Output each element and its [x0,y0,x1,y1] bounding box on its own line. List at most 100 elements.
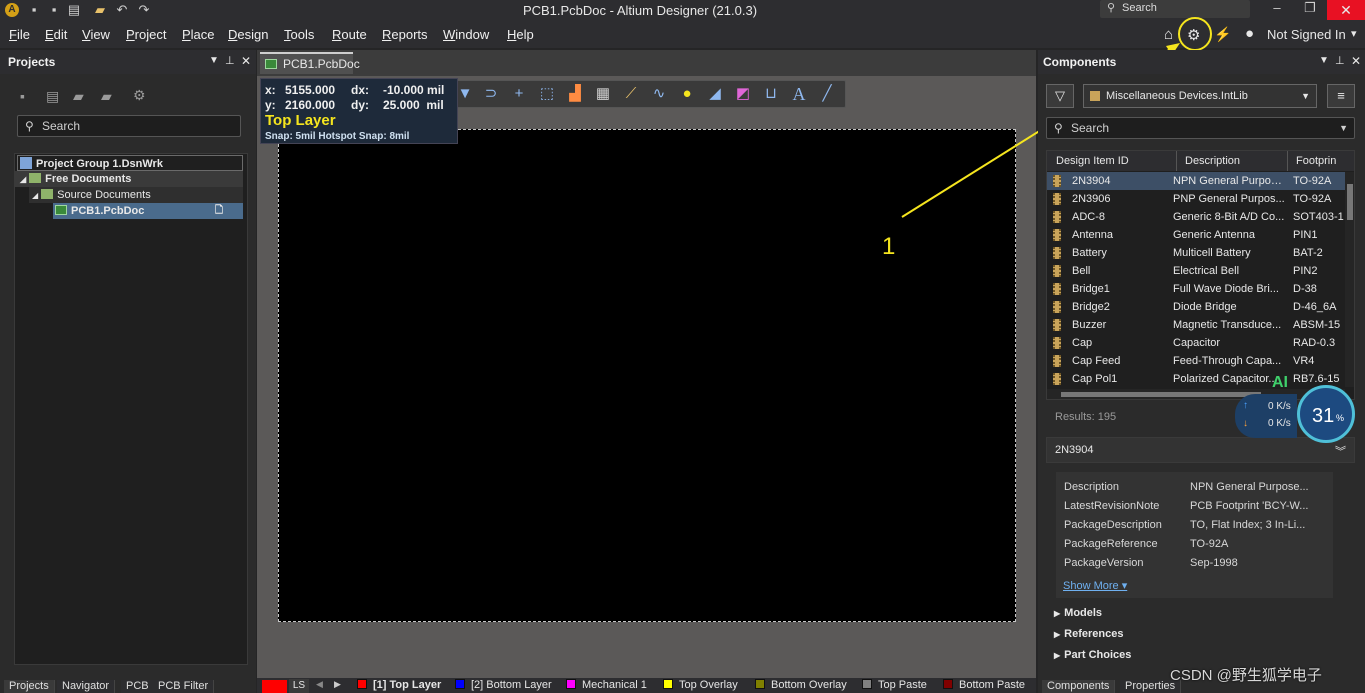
layer-tab-label: [2] Bottom Layer [471,679,552,691]
collapse-icon[interactable]: ︾ [1335,443,1346,459]
section-references[interactable]: ▶ References [1054,628,1123,640]
cell-description: PNP General Purpos... [1173,193,1285,205]
horizontal-scrollbar[interactable] [1047,389,1345,399]
expand-icon: ▶ [1054,630,1061,639]
layer-tab[interactable]: [1] Top Layer [357,677,441,693]
section-part-choices[interactable]: ▶ Part Choices [1054,649,1131,661]
section-part-choices-label: Part Choices [1064,649,1132,661]
layer-tab[interactable]: Top Paste [862,677,927,693]
layer-tab[interactable]: Mechanical 1 [566,677,647,693]
library-select[interactable]: Miscellaneous Devices.IntLib ▼ [1083,84,1317,108]
table-row[interactable]: Cap Feed Feed-Through Capa... VR4 [1047,352,1345,370]
table-row[interactable]: Cap Pol1 Polarized Capacitor... RB7.6-15 [1047,370,1345,388]
cell-footprint: RAD-0.3 [1293,337,1336,349]
property-row: PackageReference TO-92A [1064,535,1334,554]
cell-footprint: ABSM-15 [1293,319,1341,331]
cell-id: ADC-8 [1072,211,1106,223]
cell-footprint: PIN1 [1293,229,1318,241]
table-row[interactable]: Bell Electrical Bell PIN2 [1047,262,1345,280]
usage-circle[interactable]: 31 % [1297,385,1355,443]
table-row[interactable]: Cap Capacitor RAD-0.3 [1047,334,1345,352]
cell-footprint: D-38 [1293,283,1317,295]
layer-color-swatch [566,679,576,689]
show-more-link[interactable]: Show More ▾ [1063,579,1127,592]
component-chip-icon [1053,283,1061,295]
cell-footprint: VR4 [1293,355,1315,367]
section-models-label: Models [1064,607,1103,619]
column-header-id[interactable]: Design Item ID [1056,151,1129,171]
cell-id: Bell [1072,265,1091,277]
cell-footprint: TO-92A [1293,175,1332,187]
table-header: Design Item ID Description Footprin [1047,151,1354,171]
layer-tab-label: [1] Top Layer [373,679,442,691]
components-panel-title: Components [1038,50,1365,74]
components-panel: Components ▼ ⊥ ✕ ▽ Miscellaneous Devices… [1038,50,1365,680]
hamburger-menu-button[interactable]: ≡ [1327,84,1355,108]
table-row[interactable]: ADC-8 Generic 8-Bit A/D Co... SOT403-1 [1047,208,1345,226]
layer-color-swatch [862,679,872,689]
scroll-left-icon[interactable]: ◀ [316,679,323,690]
property-value: Sep-1998 [1190,557,1238,569]
tab-pcb[interactable]: PCB [121,680,155,693]
component-chip-icon [1053,211,1061,223]
usage-percent-sign: % [1336,413,1345,423]
table-row[interactable]: Antenna Generic Antenna PIN1 [1047,226,1345,244]
cell-id: Cap Pol1 [1072,373,1118,385]
upload-speed: 0 K/s [1268,401,1291,412]
table-row[interactable]: Battery Multicell Battery BAT-2 [1047,244,1345,262]
component-chip-icon [1053,373,1061,385]
close-panel-icon[interactable]: ✕ [1351,54,1361,68]
vertical-scrollbar[interactable] [1345,172,1354,387]
tab-components[interactable]: Components [1042,680,1116,693]
component-chip-icon [1053,265,1061,277]
cell-description: Feed-Through Capa... [1173,355,1282,367]
cell-description: Capacitor [1173,337,1221,349]
component-chip-icon [1053,301,1061,313]
chevron-down-icon[interactable]: ▼ [1339,118,1348,138]
pin-icon[interactable]: ⊥ [1335,54,1345,67]
current-layer-swatch[interactable] [262,680,287,693]
layer-tab[interactable]: Bottom Overlay [755,677,847,693]
annotation-number: 1 [882,233,896,260]
network-speed-widget[interactable]: ↑ 0 K/s ↓ 0 K/s [1235,394,1297,438]
column-header-footprint[interactable]: Footprin [1287,151,1336,171]
layer-tab-label: Top Paste [878,679,927,691]
component-chip-icon [1053,355,1061,367]
filter-button[interactable]: ▽ [1046,84,1074,108]
scroll-right-icon[interactable]: ▶ [334,679,341,690]
cell-id: 2N3904 [1072,175,1111,187]
scrollbar-thumb[interactable] [1347,184,1353,220]
layer-color-swatch [943,679,953,689]
table-row[interactable]: 2N3906 PNP General Purpos... TO-92A [1047,190,1345,208]
usage-percent: 31 [1312,405,1335,427]
components-search-input[interactable]: ⚲ Search ▼ [1046,117,1355,139]
cell-description: Generic Antenna [1173,229,1255,241]
section-models[interactable]: ▶ Models [1054,607,1102,619]
property-key: PackageReference [1064,538,1158,550]
selected-component-label: 2N3904 [1055,444,1094,456]
layer-color-swatch [663,679,673,689]
column-header-description[interactable]: Description [1176,151,1240,171]
tab-projects[interactable]: Projects [4,680,55,693]
tab-navigator[interactable]: Navigator [57,680,116,693]
table-row[interactable]: Buzzer Magnetic Transduce... ABSM-15 [1047,316,1345,334]
layer-set-button[interactable]: LS [289,679,309,693]
selected-header[interactable]: 2N3904 ︾ [1046,437,1355,463]
table-row[interactable]: Bridge2 Diode Bridge D-46_6A [1047,298,1345,316]
tab-pcb-filter[interactable]: PCB Filter [153,680,215,693]
scrollbar-thumb[interactable] [1061,392,1261,397]
panel-menu-icon[interactable]: ▼ [1319,55,1329,66]
table-row[interactable]: Bridge1 Full Wave Diode Bri... D-38 [1047,280,1345,298]
expand-icon: ▶ [1054,609,1061,618]
table-row[interactable]: 2N3904 NPN General Purpos... TO-92A [1047,172,1345,190]
download-speed: 0 K/s [1268,418,1291,429]
cell-id: Battery [1072,247,1107,259]
layer-tab[interactable]: Top Overlay [663,677,738,693]
results-count: Results: 195 [1055,411,1117,423]
library-icon [1090,91,1100,101]
layer-tab[interactable]: [2] Bottom Layer [455,677,552,693]
component-chip-icon [1053,337,1061,349]
cell-description: Electrical Bell [1173,265,1240,277]
cell-id: Buzzer [1072,319,1107,331]
layer-tab[interactable]: Bottom Paste [943,677,1025,693]
